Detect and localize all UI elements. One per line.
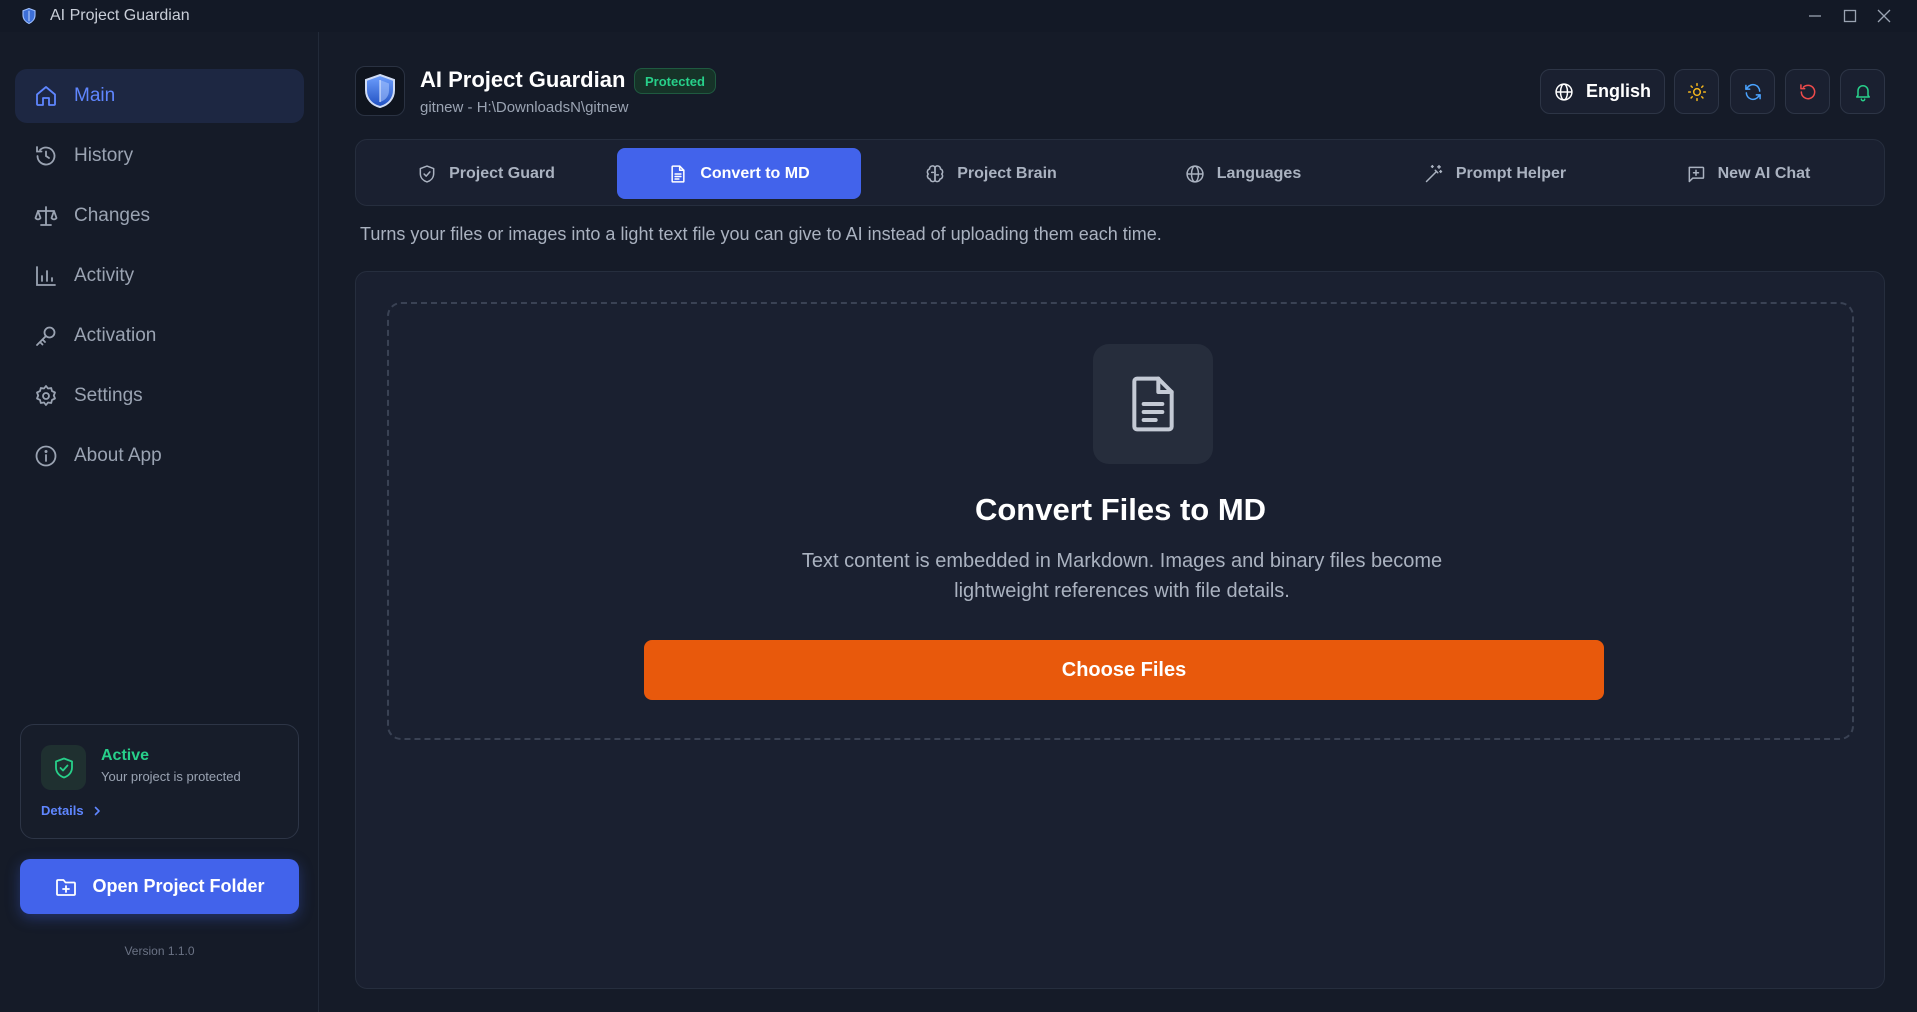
status-title: Active: [101, 747, 150, 764]
choose-files-button[interactable]: Choose Files: [644, 640, 1604, 700]
key-icon: [34, 324, 58, 348]
tab-languages[interactable]: Languages: [1121, 148, 1365, 199]
tab-label: Prompt Helper: [1455, 164, 1567, 182]
sidebar-item-label: Settings: [74, 385, 143, 406]
tab-prompt-helper[interactable]: Prompt Helper: [1373, 148, 1617, 199]
document-icon: [1093, 344, 1213, 464]
tab-label: Project Brain: [957, 164, 1057, 182]
tab-label: Languages: [1216, 164, 1302, 182]
sidebar-item-label: History: [74, 145, 134, 166]
sidebar-item-about[interactable]: About App: [15, 429, 304, 483]
app-logo: [355, 66, 405, 116]
sidebar-item-main[interactable]: Main: [15, 69, 304, 123]
details-label: Details: [41, 803, 84, 818]
convert-panel: Convert Files to MD Text content is embe…: [355, 271, 1885, 989]
tab-project-guard[interactable]: Project Guard: [364, 148, 608, 199]
language-button[interactable]: English: [1540, 69, 1665, 114]
status-subtitle: Your project is protected: [101, 769, 241, 784]
history-icon: [34, 144, 58, 168]
chevron-right-icon: [92, 806, 102, 816]
page-description: Turns your files or images into a light …: [360, 224, 1162, 244]
tab-label: New AI Chat: [1717, 164, 1811, 182]
gear-icon: [34, 384, 58, 408]
project-path: gitnew - H:\DownloadsN\gitnew: [420, 99, 629, 116]
sidebar-item-activity[interactable]: Activity: [15, 249, 304, 303]
folder-plus-icon: [54, 875, 78, 899]
dropzone-description: Text content is embedded in Markdown. Im…: [801, 550, 1443, 602]
title-bar: AI Project Guardian: [0, 0, 1917, 32]
maximize-icon[interactable]: [1840, 6, 1860, 26]
version-label: Version 1.1.0: [124, 944, 195, 958]
sidebar-item-changes[interactable]: Changes: [15, 189, 304, 243]
open-project-folder-button[interactable]: Open Project Folder: [20, 859, 299, 914]
tab-label: Convert to MD: [700, 164, 810, 182]
theme-toggle-button[interactable]: [1674, 69, 1719, 114]
bar-chart-icon: [34, 264, 58, 288]
tab-new-ai-chat[interactable]: New AI Chat: [1626, 148, 1870, 199]
home-icon: [34, 84, 58, 108]
language-label: English: [1585, 81, 1651, 101]
status-badge: Protected: [634, 68, 716, 94]
refresh-button[interactable]: [1730, 69, 1775, 114]
dropzone-title: Convert Files to MD: [974, 492, 1267, 527]
sidebar-item-history[interactable]: History: [15, 129, 304, 183]
app-shield-icon: [20, 7, 38, 25]
protection-status-card: Active Your project is protected Details: [20, 724, 299, 839]
sun-icon: [1687, 82, 1707, 102]
open-project-folder-label: Open Project Folder: [92, 876, 265, 896]
undo-icon: [1798, 82, 1818, 102]
notifications-button[interactable]: [1840, 69, 1885, 114]
document-icon: [668, 164, 688, 184]
minimize-icon[interactable]: [1805, 6, 1825, 26]
tab-bar: Project Guard Convert to MD Project Brai…: [355, 139, 1885, 206]
shield-icon: [417, 164, 437, 184]
sidebar-item-settings[interactable]: Settings: [15, 369, 304, 423]
sidebar-item-label: Changes: [74, 205, 151, 226]
scale-icon: [34, 204, 58, 228]
sidebar: Main History Changes Activity Activation…: [0, 32, 319, 1012]
reset-button[interactable]: [1785, 69, 1830, 114]
info-icon: [34, 444, 58, 468]
sidebar-item-label: Activity: [74, 265, 135, 286]
chat-plus-icon: [1686, 164, 1706, 184]
brain-icon: [925, 164, 945, 184]
tab-convert-to-md[interactable]: Convert to MD: [617, 148, 861, 199]
details-link[interactable]: Details: [41, 803, 102, 818]
globe-icon: [1185, 164, 1205, 184]
shield-check-icon: [41, 745, 86, 790]
tab-project-brain[interactable]: Project Brain: [869, 148, 1113, 199]
close-icon[interactable]: [1874, 6, 1894, 26]
sidebar-item-label: Activation: [74, 325, 157, 346]
sidebar-item-label: Main: [74, 85, 116, 106]
globe-icon: [1554, 82, 1574, 102]
tab-label: Project Guard: [449, 164, 555, 182]
bell-icon: [1853, 82, 1873, 102]
window-title: AI Project Guardian: [50, 7, 190, 24]
refresh-icon: [1743, 82, 1763, 102]
sidebar-item-activation[interactable]: Activation: [15, 309, 304, 363]
app-name: AI Project Guardian: [420, 67, 626, 92]
sidebar-item-label: About App: [74, 445, 162, 466]
magic-wand-icon: [1424, 164, 1444, 184]
file-dropzone[interactable]: Convert Files to MD Text content is embe…: [387, 302, 1854, 740]
